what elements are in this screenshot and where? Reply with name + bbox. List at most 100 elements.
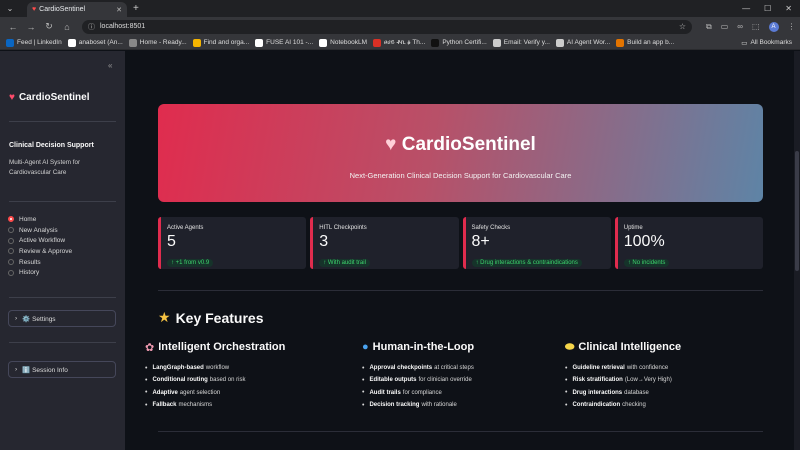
session-info-label: ℹ️ Session Info — [22, 366, 68, 374]
feature-item-text: mechanisms — [178, 402, 213, 409]
metric-delta: ↑ No incidents — [623, 259, 670, 267]
close-tab-icon[interactable]: ✕ — [116, 6, 122, 14]
reload-icon[interactable]: ↻ — [44, 21, 54, 32]
extensions-icon[interactable]: ⧉ — [706, 22, 712, 32]
puzzle-icon[interactable]: ⬚ — [752, 22, 760, 31]
bookmark-item[interactable]: Python Certifi... — [431, 38, 487, 47]
bookmark-item[interactable]: Build an app b... — [616, 38, 674, 47]
hero-subtitle: Next-Generation Clinical Decision Suppor… — [349, 171, 572, 180]
radio-button[interactable] — [8, 269, 14, 276]
all-bookmarks[interactable]: ▭ All Bookmarks — [741, 39, 792, 47]
bookmarks-bar: Feed | LinkedIn anaboset (An... Home - Rea… — [0, 36, 800, 50]
window-close-icon[interactable]: ✕ — [785, 4, 792, 13]
scrollbar-thumb[interactable] — [795, 151, 799, 271]
tab-search-icon[interactable]: ⌄ — [3, 3, 17, 15]
feature-heading-text: Human-in-the-Loop — [372, 341, 475, 353]
key-features-title: Key Features — [175, 309, 264, 326]
feature-heading: ⬬ Clinical Intelligence — [565, 339, 755, 355]
radio-button[interactable] — [8, 248, 14, 255]
feature-column: ✿ Intelligent Orchestration LangGraph-ba… — [145, 339, 335, 411]
nav-radio-new-analysis[interactable]: New Analysis — [8, 225, 72, 236]
feature-item-text: checking — [622, 402, 646, 409]
anatomical-heart-icon: ♥ — [385, 134, 397, 155]
metric-value: 100% — [623, 233, 665, 250]
feature-list-item: Audit trailsfor compliance — [362, 387, 552, 399]
bookmark-favicon-icon — [255, 38, 264, 47]
bookmark-item[interactable]: Home - Ready... — [128, 38, 187, 47]
sidebar-description: Multi-Agent AI System for Cardiovascular… — [9, 159, 81, 176]
metrics-row: Active Agents 5 ↑ +1 from v0.9 HITL Chec… — [158, 217, 763, 269]
bookmark-item[interactable]: Feed | LinkedIn — [6, 38, 62, 47]
session-info-expander[interactable]: › ℹ️ Session Info — [8, 361, 116, 378]
nav-radio-history[interactable]: History — [8, 267, 72, 278]
nav-radio-label: History — [19, 269, 40, 277]
feature-heading: ● Human-in-the-Loop — [362, 339, 552, 355]
metric-value: 5 — [167, 233, 176, 250]
bookmark-item[interactable]: FUSE AI 101 -... — [255, 38, 313, 47]
settings-expander[interactable]: › ⚙️ Settings — [8, 310, 116, 327]
feature-column: ● Human-in-the-Loop Approval checkpoints… — [362, 339, 552, 411]
radio-button[interactable] — [8, 259, 14, 266]
feature-item-bold: Audit trails — [369, 389, 401, 396]
feature-item-text: database — [624, 389, 649, 396]
divider — [9, 121, 116, 122]
nav-radio-review-approve[interactable]: Review & Approve — [8, 246, 72, 257]
address-bar[interactable]: ⓘ localhost:8501 ☆ — [82, 19, 692, 34]
home-icon[interactable]: ⌂ — [62, 22, 72, 32]
feature-item-bold: LangGraph-based — [152, 365, 204, 372]
hero-banner: ♥ CardioSentinel Next-Generation Clinica… — [158, 104, 763, 202]
all-bookmarks-label: All Bookmarks — [750, 39, 792, 46]
sidebar-subtitle: Clinical Decision Support — [9, 142, 94, 149]
divider — [9, 201, 116, 202]
hero-title-text: CardioSentinel — [401, 134, 536, 155]
bookmark-label: Home - Ready... — [139, 39, 187, 46]
site-info-icon[interactable]: ⓘ — [88, 22, 95, 32]
bookmark-item[interactable]: ፀሀይ ቶኪ ፅ Th... — [373, 38, 425, 47]
bookmark-favicon-icon — [616, 38, 625, 47]
back-icon[interactable]: ← — [8, 22, 18, 32]
sidebar-title-text: CardioSentinel — [18, 92, 90, 103]
metric-label: HITL Checkpoints — [319, 225, 367, 231]
navigation-radio-group: Home New Analysis Active Workflow Review & … — [8, 214, 72, 278]
divider — [158, 290, 763, 291]
radio-button[interactable] — [8, 216, 14, 223]
bookmark-favicon-icon — [192, 38, 201, 47]
new-tab-icon[interactable]: + — [133, 3, 139, 14]
forward-icon[interactable]: → — [26, 22, 36, 32]
nav-radio-active-workflow[interactable]: Active Workflow — [8, 235, 72, 246]
minimize-icon[interactable]: — — [742, 4, 750, 13]
nav-radio-label: Results — [19, 258, 41, 266]
browser-tab[interactable]: ♥ CardioSentinel ✕ — [27, 2, 127, 17]
bookmark-item[interactable]: AI Agent Wor... — [555, 38, 610, 47]
link-icon[interactable]: ∞ — [737, 22, 743, 31]
feature-list-item: Guideline retrievalwith confidence — [565, 362, 755, 374]
nav-radio-label: Home — [19, 215, 37, 223]
browser-menu-icon[interactable]: ⋮ — [788, 22, 796, 31]
bookmark-item[interactable]: anaboset (An... — [67, 38, 123, 47]
feature-item-text: at critical steps — [434, 365, 474, 372]
bookmark-item[interactable]: Email: Verify y... — [492, 38, 550, 47]
scrollbar[interactable] — [794, 51, 800, 450]
feature-heading-text: Clinical Intelligence — [578, 341, 682, 353]
bookmark-star-icon[interactable]: ☆ — [679, 22, 686, 31]
metric-card: Active Agents 5 ↑ +1 from v0.9 — [158, 217, 307, 269]
bookmark-label: anaboset (An... — [78, 39, 123, 46]
folder-icon: ▭ — [741, 39, 748, 47]
bookmark-item[interactable]: NotebookLM — [319, 38, 367, 47]
radio-button[interactable] — [8, 227, 14, 234]
pill-icon: ⬬ — [565, 340, 575, 353]
bookmark-label: Python Certifi... — [442, 39, 487, 46]
split-view-icon[interactable]: ▭ — [721, 22, 729, 31]
feature-list: Guideline retrievalwith confidenceRisk s… — [565, 362, 755, 411]
bookmark-favicon-icon — [319, 38, 328, 47]
profile-avatar[interactable]: A — [768, 21, 779, 32]
metric-label: Safety Checks — [471, 225, 511, 231]
radio-button[interactable] — [8, 237, 14, 244]
nav-radio-home[interactable]: Home — [8, 214, 72, 225]
collapse-sidebar-icon[interactable]: « — [108, 61, 112, 70]
nav-radio-results[interactable]: Results — [8, 257, 72, 268]
bookmark-item[interactable]: Find and orga... — [192, 38, 249, 47]
feature-item-text: (Low→Very High) — [624, 377, 672, 384]
feature-item-text: based on risk — [209, 377, 246, 384]
maximize-icon[interactable]: ☐ — [764, 4, 771, 13]
